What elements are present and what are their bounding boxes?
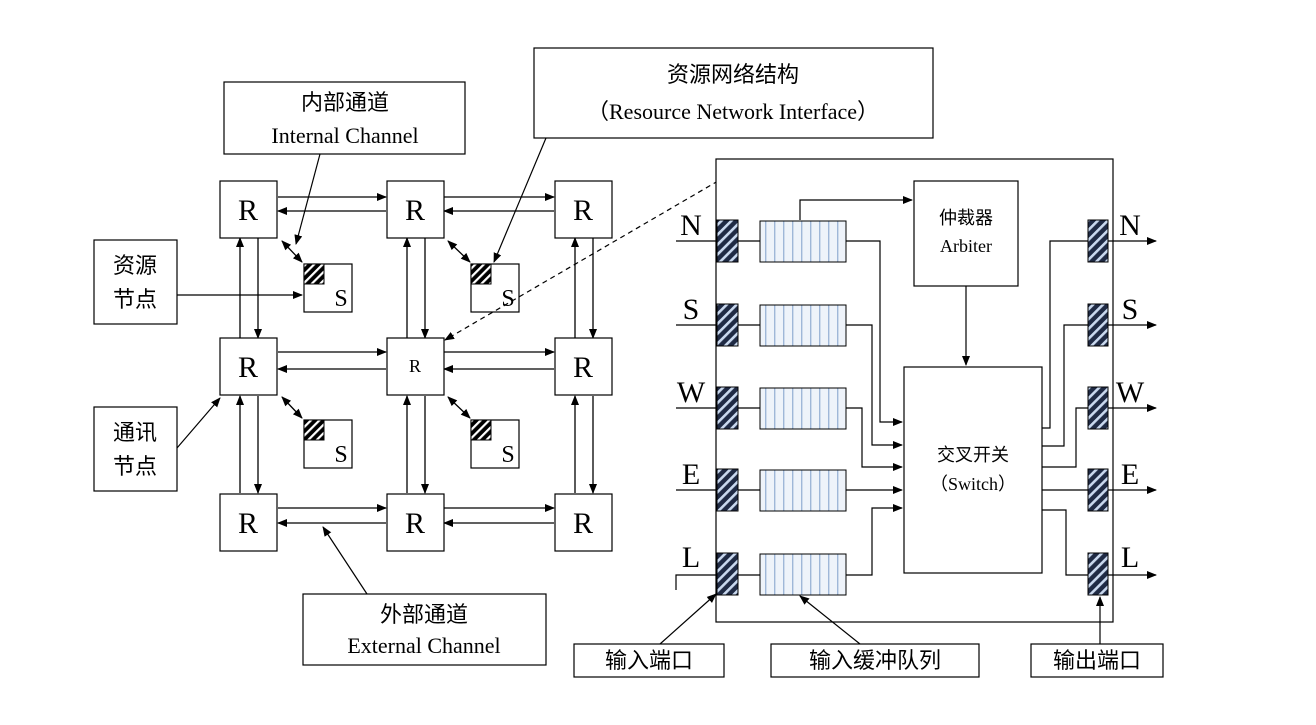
- external-channel-en: External Channel: [347, 633, 500, 658]
- input-port-label: 输入端口: [605, 648, 693, 673]
- input-label-e: E: [682, 458, 700, 491]
- resource-label: S: [334, 286, 347, 312]
- arbiter-block: [913, 180, 1019, 287]
- resource-network-interface-en: （Resource Network Interface）: [587, 99, 879, 124]
- router-label: R: [573, 507, 593, 540]
- input-buffer-queue: [759, 553, 847, 596]
- output-label-n: N: [1119, 209, 1141, 242]
- output-port: [1087, 552, 1109, 596]
- router-label: R: [238, 507, 258, 540]
- input-port: [716, 303, 739, 347]
- input-buffer-queue: [759, 220, 847, 263]
- external-channel-zh: 外部通道: [380, 602, 468, 627]
- router-label: R: [573, 351, 593, 384]
- output-label-s: S: [1122, 293, 1139, 326]
- comm-node-line1: 通讯: [113, 420, 157, 445]
- switch-zh: 交叉开关: [937, 445, 1009, 465]
- resource-node-line2: 节点: [113, 287, 157, 312]
- output-port: [1087, 303, 1109, 347]
- mesh-network: R R R R R R R R R S S S S: [219, 180, 613, 552]
- output-port: [1087, 468, 1109, 512]
- output-direction-labels: N S W E L: [1116, 209, 1145, 574]
- input-buffer-label: 输入缓冲队列: [809, 648, 941, 673]
- resource-interface-icon: [470, 263, 492, 285]
- input-label-l: L: [682, 541, 700, 574]
- resource-interface-icon: [470, 419, 492, 441]
- input-port: [716, 468, 739, 512]
- resource-interface-icon: [303, 263, 325, 285]
- router-label-center: R: [409, 356, 421, 376]
- router-label: R: [405, 194, 425, 227]
- output-port: [1087, 219, 1109, 263]
- noc-diagram: R R R R R R R R R S S S S 内部通道 Internal …: [93, 47, 1164, 678]
- input-buffer-queue: [759, 469, 847, 512]
- input-port: [716, 552, 739, 596]
- router-label: R: [238, 194, 258, 227]
- input-buffer-queue: [759, 304, 847, 347]
- input-port: [716, 219, 739, 263]
- router-label: R: [405, 507, 425, 540]
- arbiter-zh: 仲裁器: [939, 208, 993, 228]
- input-port: [716, 386, 739, 430]
- input-direction-labels: N S W E L: [677, 209, 706, 574]
- router-label: R: [238, 351, 258, 384]
- internal-channel-en: Internal Channel: [271, 123, 418, 148]
- output-label-e: E: [1121, 458, 1139, 491]
- arbiter-en: Arbiter: [940, 236, 992, 256]
- resource-network-interface-zh: 资源网络结构: [667, 62, 799, 87]
- output-port-label: 输出端口: [1053, 648, 1141, 673]
- router-label: R: [573, 194, 593, 227]
- input-buffer-queue: [759, 387, 847, 430]
- resource-label: S: [334, 442, 347, 468]
- comm-node-line2: 节点: [113, 454, 157, 479]
- internal-channel-zh: 内部通道: [301, 90, 389, 115]
- resource-interface-icon: [303, 419, 325, 441]
- resource-node-line1: 资源: [113, 253, 157, 278]
- input-label-w: W: [677, 376, 706, 409]
- switch-block: [903, 366, 1043, 574]
- input-label-n: N: [680, 209, 702, 242]
- output-label-l: L: [1121, 541, 1139, 574]
- output-label-w: W: [1116, 376, 1145, 409]
- output-port: [1087, 386, 1109, 430]
- router-detail: 仲裁器 Arbiter 交叉开关 （Switch） N S W E L N S …: [573, 158, 1164, 678]
- resource-label: S: [501, 286, 514, 312]
- switch-en: （Switch）: [930, 474, 1016, 494]
- router-grid: R R R R R R R R R: [219, 180, 613, 552]
- input-label-s: S: [683, 293, 700, 326]
- resource-label: S: [501, 442, 514, 468]
